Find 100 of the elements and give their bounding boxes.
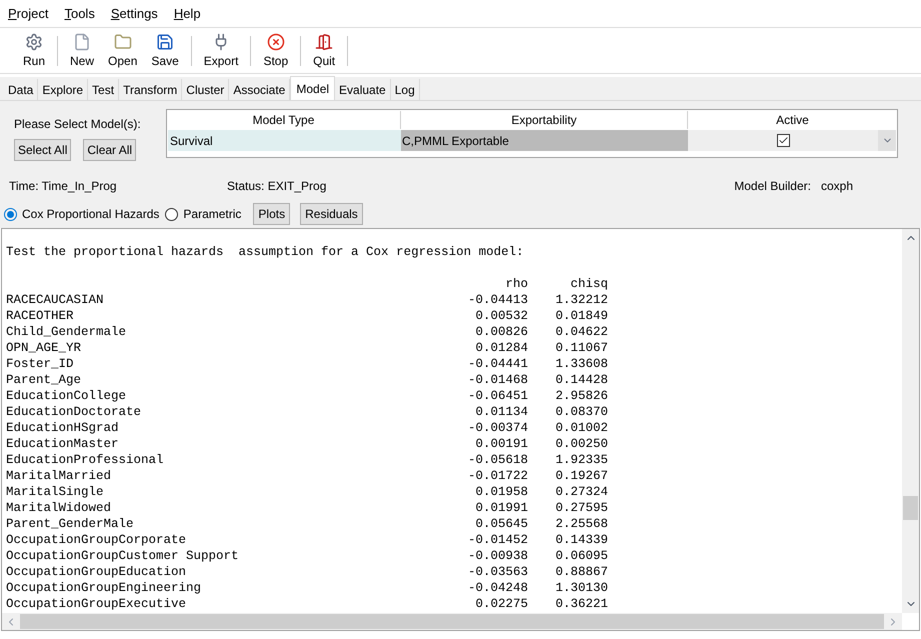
- menu-item[interactable]: Help: [174, 4, 201, 24]
- chisq-value: 0.01849: [554, 308, 608, 324]
- variable-name: OccupationGroupCustomer Support: [6, 548, 240, 564]
- toolbar-button[interactable]: Stop: [256, 33, 296, 68]
- rho-value: -0.04441: [466, 356, 528, 372]
- column-header: Exportability: [401, 111, 688, 129]
- status-label: Status: EXIT_Prog: [227, 178, 328, 195]
- chisq-value: 0.08370: [554, 404, 608, 420]
- chisq-value: 0.11067: [554, 340, 608, 356]
- builder-label: Model Builder:: [734, 178, 811, 195]
- rho-value: 0.05645: [474, 516, 528, 532]
- horizontal-scrollbar[interactable]: [2, 613, 902, 630]
- rho-value: 0.01958: [474, 484, 528, 500]
- variable-name: MaritalWidowed: [6, 500, 112, 516]
- action-button[interactable]: Residuals: [300, 203, 363, 225]
- variable-name: EducationMaster: [6, 436, 120, 452]
- variable-name: OPN_AGE_YR: [6, 340, 82, 356]
- time-label: Time: Time_In_Prog: [9, 178, 118, 195]
- chisq-value: 1.32212: [554, 292, 608, 308]
- select-button[interactable]: Select All: [14, 139, 72, 161]
- exit-door-icon: [315, 33, 334, 51]
- column-header: Active: [775, 112, 810, 129]
- chisq-value: 0.04622: [554, 324, 608, 340]
- chisq-value: 0.27324: [554, 484, 608, 500]
- variable-name: EducationDoctorate: [6, 404, 142, 420]
- menu-item[interactable]: Tools: [64, 4, 95, 24]
- rho-value: -0.03563: [466, 564, 528, 580]
- rho-value: -0.05618: [466, 452, 528, 468]
- chisq-value: 2.25568: [554, 516, 608, 532]
- action-button[interactable]: Plots: [253, 203, 290, 225]
- chisq-value: 0.06095: [554, 548, 608, 564]
- rho-value: 0.01991: [474, 500, 528, 516]
- rho-value: -0.01722: [466, 468, 528, 484]
- variable-name: OccupationGroupExecutive: [6, 596, 188, 612]
- tab[interactable]: Model: [290, 76, 336, 100]
- document-icon: [73, 33, 92, 51]
- column-header: chisq: [569, 276, 608, 292]
- rho-value: -0.00374: [466, 420, 528, 436]
- folder-icon: [114, 33, 132, 51]
- chisq-value: 1.92335: [554, 452, 608, 468]
- variable-name: Foster_ID: [6, 356, 75, 372]
- chisq-value: 0.01002: [554, 420, 608, 436]
- rho-value: -0.04248: [466, 580, 528, 596]
- chisq-value: 0.19267: [554, 468, 608, 484]
- variable-name: OccupationGroupEducation: [6, 564, 188, 580]
- column-header: rho: [504, 276, 528, 292]
- variable-name: Parent_Age: [6, 372, 82, 388]
- rho-value: 0.01134: [474, 404, 528, 420]
- rho-value: -0.01452: [466, 532, 528, 548]
- active-checkbox[interactable]: [776, 134, 790, 147]
- menu-item[interactable]: Project: [8, 4, 48, 24]
- chisq-value: 1.33608: [554, 356, 608, 372]
- variable-name: EducationProfessional: [6, 452, 165, 468]
- rho-value: -0.04413: [466, 292, 528, 308]
- builder-value: coxph: [820, 178, 853, 195]
- scrollbar-thumb[interactable]: [903, 496, 918, 520]
- variable-name: EducationCollege: [6, 388, 128, 404]
- rho-value: 0.00532: [474, 308, 528, 324]
- chisq-value: 0.14339: [554, 532, 608, 548]
- chisq-value: 0.36221: [554, 596, 608, 612]
- variable-name: MaritalMarried: [6, 468, 112, 484]
- dropdown-button[interactable]: [878, 130, 896, 151]
- variable-name: RACEOTHER: [6, 308, 75, 324]
- rho-value: 0.00826: [474, 324, 528, 340]
- rho-value: 0.01284: [474, 340, 528, 356]
- rho-value: 0.02275: [474, 596, 528, 612]
- chisq-value: 0.14428: [554, 372, 608, 388]
- toolbar-button[interactable]: Open: [101, 33, 144, 68]
- model-radio[interactable]: Cox Proportional Hazards: [4, 205, 160, 223]
- chisq-value: 0.27595: [554, 500, 608, 516]
- toolbar-button[interactable]: Save: [144, 33, 186, 68]
- menu-item[interactable]: Settings: [110, 4, 158, 24]
- select-button[interactable]: Clear All: [83, 139, 136, 161]
- variable-name: OccupationGroupCorporate: [6, 532, 188, 548]
- prompt-label: Please Select Model(s):: [14, 116, 142, 133]
- toolbar-button[interactable]: Run: [16, 33, 52, 68]
- model-radio[interactable]: Parametric: [165, 205, 242, 223]
- variable-name: EducationHSgrad: [6, 420, 120, 436]
- table-cell[interactable]: C,PMML Exportable: [401, 130, 688, 151]
- table-cell[interactable]: Survival: [168, 130, 401, 151]
- stop-icon: [266, 33, 285, 51]
- variable-name: Child_Gendermale: [6, 324, 128, 340]
- variable-name: MaritalSingle: [6, 484, 105, 500]
- variable-name: Parent_GenderMale: [6, 516, 135, 532]
- toolbar-button[interactable]: Export: [196, 33, 246, 68]
- toolbar-button[interactable]: Quit: [306, 33, 342, 68]
- toolbar-button[interactable]: New: [63, 33, 102, 68]
- output-title: Test the proportional hazards assumption for a Cox regression model:: [6, 244, 525, 260]
- gear-icon: [25, 33, 43, 51]
- rho-value: -0.06451: [466, 388, 528, 404]
- column-header: Model Type: [167, 111, 401, 129]
- chisq-value: 1.30130: [554, 580, 608, 596]
- chisq-value: 2.95826: [554, 388, 608, 404]
- vertical-scrollbar[interactable]: [902, 229, 919, 613]
- chisq-value: 0.88867: [554, 564, 608, 580]
- variable-name: RACECAUCASIAN: [6, 292, 105, 308]
- save-icon: [156, 33, 174, 51]
- variable-name: OccupationGroupEngineering: [6, 580, 202, 596]
- rho-value: 0.00191: [474, 436, 528, 452]
- chisq-value: 0.00250: [554, 436, 608, 452]
